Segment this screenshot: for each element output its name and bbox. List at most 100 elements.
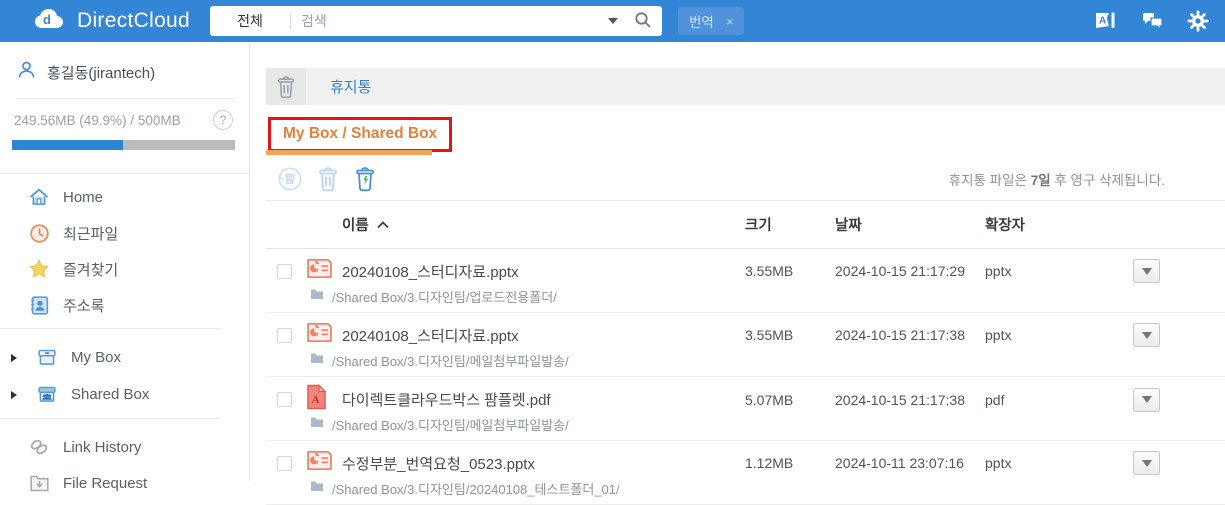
user-profile[interactable]: 홍길동(jirantech) (16, 59, 235, 99)
search-dropdown-caret-icon[interactable] (608, 18, 618, 24)
pptx-file-icon (306, 450, 333, 476)
table-row[interactable]: A 20240108_스터디자료.pptx 3.55MB 2024-10-15 … (266, 256, 1225, 313)
sidebar-item-favorites[interactable]: 즐겨찾기 (0, 251, 249, 287)
row-menu-button[interactable] (1133, 451, 1160, 475)
sidebar-item-label: Link History (63, 438, 142, 456)
sidebar-item-label: Shared Box (71, 386, 150, 403)
top-bar: d DirectCloud 전체 번역 × A (0, 0, 1225, 42)
file-ext: pptx (985, 327, 1012, 343)
logo-text: DirectCloud (77, 9, 191, 32)
menu-caret-icon (1141, 331, 1152, 339)
file-date: 2024-10-11 23:07:16 (835, 455, 964, 471)
sidebar-item-file-request[interactable]: File Request (0, 465, 249, 501)
menu-caret-icon (1141, 267, 1152, 275)
sidebar: 홍길동(jirantech) 249.56MB (49.9%) / 500MB … (0, 42, 250, 492)
shared-box-icon (36, 384, 58, 405)
row-menu-button[interactable] (1133, 387, 1160, 412)
page-title[interactable]: 휴지통 (330, 76, 371, 97)
file-size: 1.12MB (745, 455, 794, 471)
sidebar-item-address-book[interactable]: 주소록 (0, 287, 249, 323)
restore-button[interactable] (277, 166, 303, 192)
file-name[interactable]: 20240108_스터디자료.pptx (342, 325, 745, 346)
storage-info: 249.56MB (49.9%) / 500MB ? (14, 110, 233, 130)
delete-button[interactable] (316, 166, 340, 192)
sidebar-item-link-history[interactable]: Link History (0, 429, 249, 465)
file-name[interactable]: 다이렉트클라우드박스 팜플렛.pdf (342, 389, 745, 410)
row-menu-button[interactable] (1133, 259, 1160, 283)
expand-caret-icon[interactable] (11, 390, 17, 399)
logo[interactable]: d DirectCloud (34, 0, 190, 42)
breadcrumb: 휴지통 (266, 68, 1225, 105)
file-name[interactable]: 수정부분_번역요청_0523.pptx (342, 453, 745, 474)
trash-toolbar: 휴지통 파일은 7일 후 영구 삭제됩니다. (277, 164, 1165, 194)
sidebar-divider (0, 418, 221, 419)
sort-asc-icon (377, 217, 389, 233)
file-date: 2024-10-15 21:17:29 (835, 263, 965, 279)
sidebar-item-label: 최근파일 (63, 225, 119, 243)
row-menu-button[interactable] (1133, 323, 1160, 347)
file-path: /Shared Box/3.디자인팀/메일첨부파일발송/ (332, 417, 569, 433)
address-book-icon (28, 295, 50, 316)
sidebar-item-recent-files[interactable]: 최근파일 (0, 215, 249, 251)
menu-caret-icon (1141, 459, 1152, 467)
tab-my-box-shared-box[interactable]: My Box / Shared Box (268, 117, 453, 152)
file-request-icon (28, 473, 50, 494)
file-path: /Shared Box/3.디자인팀/20240108_테스트폴더_01/ (332, 481, 620, 497)
expand-caret-icon[interactable] (11, 353, 17, 362)
sidebar-item-label: File Request (63, 474, 148, 492)
svg-text:A: A (1099, 16, 1106, 27)
row-checkbox[interactable] (277, 392, 292, 407)
sidebar-item-label: My Box (71, 349, 122, 366)
file-table-body: A 20240108_스터디자료.pptx 3.55MB 2024-10-15 … (266, 256, 1225, 505)
storage-help-icon[interactable]: ? (213, 110, 233, 130)
folder-icon (310, 479, 324, 497)
retention-notice: 휴지통 파일은 7일 후 영구 삭제됩니다. (948, 173, 1165, 188)
main-content: 휴지통 My Box / Shared Box 휴지통 파일은 7일 후 영구 … (251, 42, 1225, 505)
pptx-file-icon (306, 258, 333, 284)
table-row[interactable]: A 20240108_스터디자료.pptx 3.55MB 2024-10-15 … (266, 320, 1225, 377)
file-ext: pptx (985, 455, 1012, 471)
column-header-name[interactable]: 이름 (342, 214, 745, 235)
sidebar-item-label: 즐겨찾기 (63, 261, 119, 279)
search-input[interactable] (291, 13, 608, 29)
chat-icon[interactable] (1141, 11, 1164, 31)
table-row[interactable]: A 수정부분_번역요청_0523.pptx 1.12MB 2024-10-11 … (266, 448, 1225, 505)
trash-breadcrumb-icon (266, 68, 306, 105)
user-icon (16, 59, 37, 85)
pdf-file-icon: A (306, 384, 327, 415)
file-table: 이름 크기 날짜 확장자 20240108_스터디자료.pptx 3.55MB … (266, 200, 1225, 505)
folder-icon (310, 415, 324, 433)
storage-progress-fill (12, 140, 124, 150)
folder-icon (310, 351, 324, 369)
search-scope-select[interactable]: 전체 (210, 11, 290, 31)
sidebar-item-label: Home (63, 188, 104, 206)
link-icon (28, 436, 50, 458)
storage-progress-bar (12, 140, 235, 150)
settings-icon[interactable] (1187, 10, 1209, 32)
row-checkbox[interactable] (277, 263, 292, 279)
translate-icon[interactable]: A (1095, 11, 1118, 31)
row-checkbox[interactable] (277, 327, 292, 343)
sidebar-item-shared-box[interactable]: Shared Box (0, 376, 249, 413)
sidebar-item-my-box[interactable]: My Box (0, 339, 249, 376)
filter-tag-label: 번역 (689, 15, 714, 30)
tab-active-underline (266, 150, 432, 155)
file-name[interactable]: 20240108_스터디자료.pptx (342, 261, 745, 282)
search-box: 전체 (210, 6, 662, 36)
filter-tag-close-icon[interactable]: × (726, 14, 734, 29)
pptx-file-icon (306, 322, 333, 348)
search-button[interactable] (634, 11, 652, 32)
my-box-icon (36, 347, 58, 368)
empty-trash-button[interactable] (353, 166, 377, 192)
row-checkbox[interactable] (277, 455, 292, 471)
home-icon (28, 187, 50, 208)
sidebar-item-label: 주소록 (63, 297, 105, 315)
column-header-date: 날짜 (835, 218, 862, 234)
sidebar-item-home[interactable]: Home (0, 179, 249, 215)
table-row[interactable]: A 다이렉트클라우드박스 팜플렛.pdf 5.07MB 2024-10-15 2… (266, 384, 1225, 441)
user-name: 홍길동(jirantech) (47, 64, 156, 82)
file-path: /Shared Box/3.디자인팀/메일첨부파일발송/ (332, 353, 569, 369)
file-path: /Shared Box/3.디자인팀/업로드전용폴더/ (332, 289, 557, 305)
translate-filter-tag[interactable]: 번역 × (678, 7, 745, 35)
retention-days: 7일 (1030, 173, 1051, 188)
